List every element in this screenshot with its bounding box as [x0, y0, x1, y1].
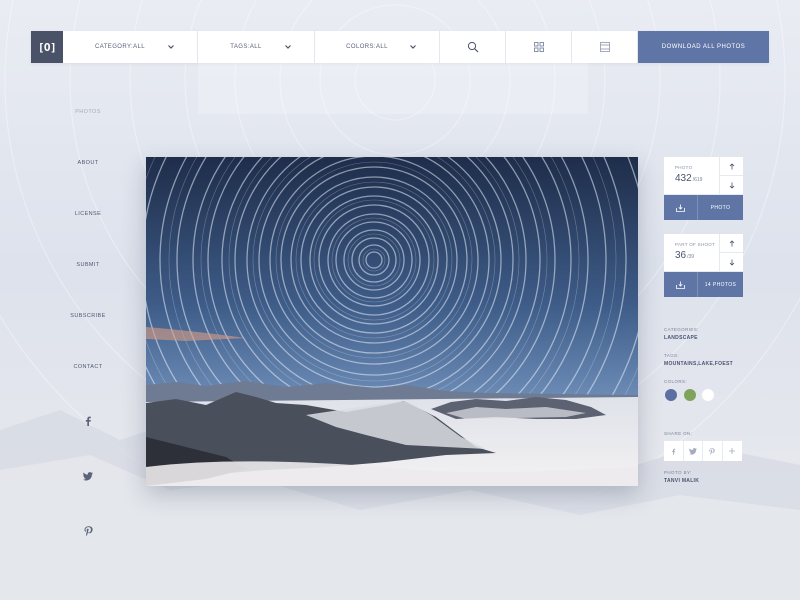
download-photo-button[interactable]: PHOTO — [664, 195, 743, 220]
tags-dropdown[interactable]: TAGS:ALL — [198, 31, 315, 63]
facebook-link[interactable] — [80, 413, 96, 429]
facebook-icon — [671, 448, 675, 455]
nav-item-license[interactable]: LICENSE — [58, 211, 118, 217]
chevron-down-icon — [285, 45, 291, 49]
category-dropdown-label: CATEGORY:ALL — [95, 44, 145, 50]
previous-shoot-photo-button[interactable] — [720, 234, 743, 252]
arrow-down-icon — [729, 182, 734, 189]
colors-dropdown-label: COLORS:ALL — [346, 44, 388, 50]
download-all-button[interactable]: DOWNLOAD ALL PHOTOS — [638, 31, 769, 63]
twitter-link[interactable] — [80, 468, 96, 484]
top-toolbar: [O] CATEGORY:ALL TAGS:ALL COLORS:ALL DOW… — [31, 31, 769, 63]
facebook-icon — [85, 416, 91, 426]
logo[interactable]: [O] — [31, 31, 63, 63]
color-swatch-green[interactable] — [684, 389, 696, 401]
photo-counter-label: PHOTO — [675, 165, 693, 170]
next-shoot-photo-button[interactable] — [720, 252, 743, 271]
nav-item-about[interactable]: ABOUT — [58, 160, 118, 166]
pinterest-link[interactable] — [80, 523, 96, 539]
grid-icon — [533, 42, 544, 52]
share-label: SHARE ON: — [664, 431, 693, 436]
share-more-button[interactable] — [722, 441, 742, 461]
single-view-button[interactable] — [572, 31, 638, 63]
download-icon — [676, 204, 685, 212]
download-shoot-label: 14 PHOTOS — [704, 281, 737, 288]
twitter-icon — [83, 471, 93, 480]
logo-text: [O] — [37, 40, 57, 54]
arrow-up-icon — [729, 162, 734, 169]
photo-number: 432 — [675, 173, 692, 184]
nav-item-contact[interactable]: CONTACT — [58, 364, 118, 370]
main-photo[interactable] — [146, 157, 638, 486]
share-pinterest-button[interactable] — [703, 441, 723, 461]
next-photo-button[interactable] — [720, 175, 743, 194]
plus-icon — [729, 448, 736, 454]
arrow-up-icon — [729, 239, 734, 246]
nav-item-submit[interactable]: SUBMIT — [58, 262, 118, 268]
share-twitter-button[interactable] — [683, 441, 703, 461]
photo-by-label: PHOTO BY: — [664, 470, 692, 475]
photo-counter-card: PHOTO 432/619 PHOTO — [664, 157, 743, 220]
photo-total: /619 — [692, 177, 703, 183]
tags-label: TAGS: — [664, 353, 680, 358]
tags-dropdown-label: TAGS:ALL — [230, 44, 262, 50]
arrow-down-icon — [729, 259, 734, 266]
shoot-total: /39 — [687, 254, 695, 260]
chevron-down-icon — [168, 45, 174, 49]
categories-label: CATEGORIES: — [664, 327, 699, 332]
shoot-counter-card: PART OF SHOOT 36/39 14 PHOTOS — [664, 234, 743, 297]
share-buttons — [664, 441, 742, 461]
chevron-down-icon — [410, 45, 416, 49]
search-button[interactable] — [440, 31, 506, 63]
categories-value[interactable]: LANDSCAPE — [664, 335, 698, 341]
download-photo-label: PHOTO — [710, 204, 731, 211]
share-facebook-button[interactable] — [664, 441, 684, 461]
photo-by-value[interactable]: TANVI MALIK — [664, 478, 699, 484]
pinterest-icon — [709, 447, 715, 455]
nav-item-photos[interactable]: PHOTOS — [58, 109, 118, 115]
single-view-icon — [599, 42, 610, 52]
search-icon — [467, 41, 478, 53]
colors-label: COLORS: — [664, 379, 688, 384]
twitter-icon — [688, 447, 697, 455]
category-dropdown[interactable]: CATEGORY:ALL — [63, 31, 198, 63]
shoot-counter-label: PART OF SHOOT — [675, 242, 716, 247]
nav-item-subscribe[interactable]: SUBSCRIBE — [58, 313, 118, 319]
tags-value[interactable]: MOUNTAINS,LAKE,FOEST — [664, 361, 733, 367]
shoot-number: 36 — [675, 250, 687, 261]
colors-dropdown[interactable]: COLORS:ALL — [315, 31, 440, 63]
pinterest-icon — [84, 526, 93, 536]
download-icon — [676, 281, 685, 289]
grid-view-button[interactable] — [506, 31, 572, 63]
color-swatch-white[interactable] — [702, 389, 714, 401]
dropdown-shadow-strip — [198, 63, 588, 114]
download-all-label: DOWNLOAD ALL PHOTOS — [661, 44, 746, 50]
previous-photo-button[interactable] — [720, 157, 743, 175]
download-shoot-button[interactable]: 14 PHOTOS — [664, 272, 743, 297]
color-swatch-blue[interactable] — [665, 389, 677, 401]
